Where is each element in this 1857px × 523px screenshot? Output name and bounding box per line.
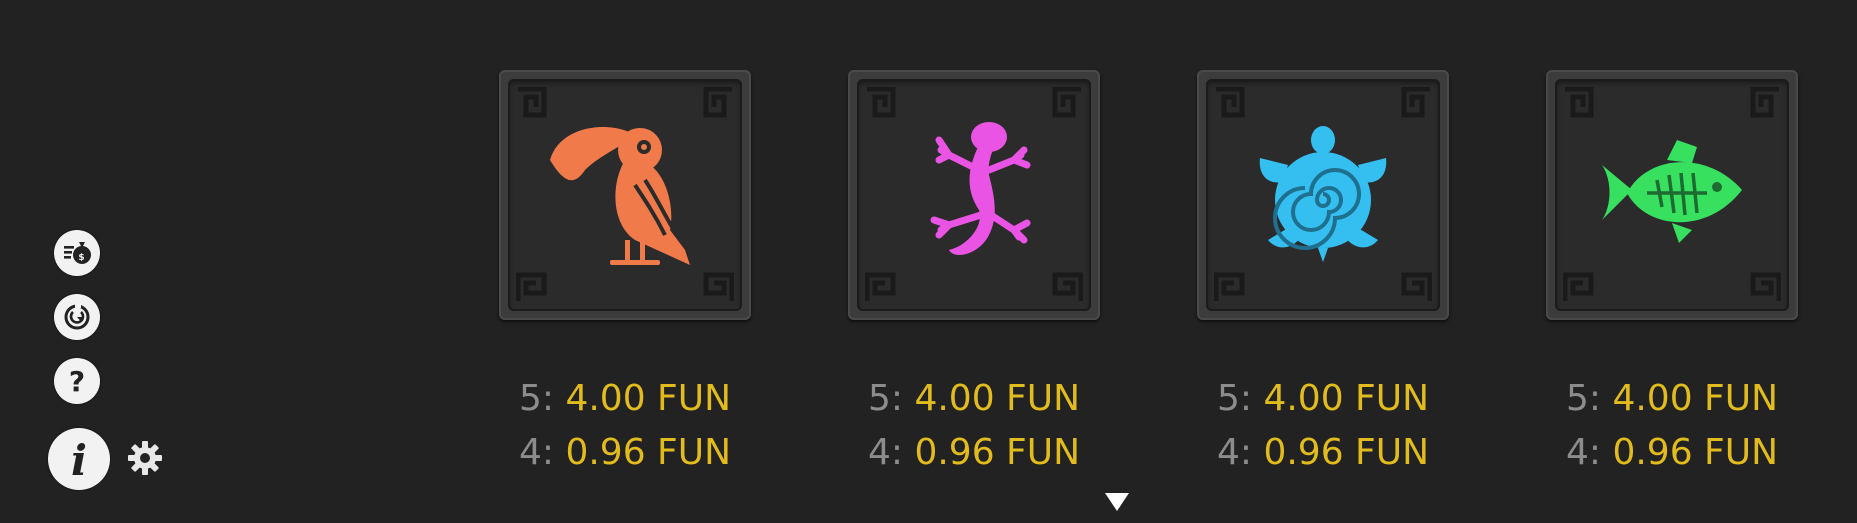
corner-ornament-icon bbox=[1049, 87, 1083, 121]
svg-text:?: ? bbox=[69, 365, 85, 398]
symbol-tile-fish bbox=[1546, 70, 1798, 320]
match-count: 5: bbox=[518, 378, 554, 419]
symbol-tile-gecko bbox=[848, 70, 1100, 320]
payout-list-turtle: 5: 4.00 FUN 4: 0.96 FUN bbox=[1197, 372, 1449, 480]
info-button[interactable]: i bbox=[48, 428, 110, 490]
bet-history-icon: $ bbox=[60, 236, 94, 270]
payout-list-gecko: 5: 4.00 FUN 4: 0.96 FUN bbox=[848, 372, 1100, 480]
scroll-down-arrow-icon[interactable] bbox=[1104, 492, 1130, 512]
help-button[interactable]: ? bbox=[54, 358, 100, 404]
match-count: 4: bbox=[1565, 432, 1601, 473]
bet-history-button[interactable]: $ bbox=[54, 230, 100, 276]
payout-list-fish: 5: 4.00 FUN 4: 0.96 FUN bbox=[1546, 372, 1798, 480]
turtle-icon bbox=[1248, 120, 1398, 270]
svg-text:$: $ bbox=[78, 253, 84, 263]
corner-ornament-icon bbox=[865, 87, 899, 121]
info-icon: i bbox=[57, 437, 101, 481]
payout-line: 5: 4.00 FUN bbox=[1546, 372, 1798, 426]
payout-line: 5: 4.00 FUN bbox=[1197, 372, 1449, 426]
corner-ornament-icon bbox=[1398, 87, 1432, 121]
payout-line: 4: 0.96 FUN bbox=[1197, 426, 1449, 480]
corner-ornament-icon bbox=[1563, 87, 1597, 121]
fish-icon bbox=[1597, 135, 1747, 255]
corner-ornament-icon bbox=[1049, 269, 1083, 303]
payout-line: 5: 4.00 FUN bbox=[499, 372, 751, 426]
match-count: 5: bbox=[1216, 378, 1252, 419]
toucan-icon bbox=[540, 115, 710, 275]
payout-line: 5: 4.00 FUN bbox=[848, 372, 1100, 426]
payout-list-toucan: 5: 4.00 FUN 4: 0.96 FUN bbox=[499, 372, 751, 480]
corner-ornament-icon bbox=[1747, 269, 1781, 303]
match-count: 4: bbox=[1216, 432, 1252, 473]
corner-ornament-icon bbox=[1214, 269, 1248, 303]
symbol-tile-toucan bbox=[499, 70, 751, 320]
match-count: 4: bbox=[518, 432, 554, 473]
gecko-icon bbox=[909, 115, 1039, 275]
payout-line: 4: 0.96 FUN bbox=[499, 426, 751, 480]
help-icon: ? bbox=[60, 364, 94, 398]
payout-amount: 0.96 FUN bbox=[1612, 432, 1779, 473]
payout-amount: 0.96 FUN bbox=[1263, 432, 1430, 473]
settings-button[interactable] bbox=[124, 439, 166, 481]
symbol-tile-turtle bbox=[1197, 70, 1449, 320]
corner-ornament-icon bbox=[1214, 87, 1248, 121]
svg-text:i: i bbox=[71, 437, 87, 481]
payout-amount: 4.00 FUN bbox=[565, 378, 732, 419]
payout-amount: 0.96 FUN bbox=[565, 432, 732, 473]
match-count: 4: bbox=[867, 432, 903, 473]
corner-ornament-icon bbox=[1398, 269, 1432, 303]
payout-amount: 4.00 FUN bbox=[1612, 378, 1779, 419]
payout-line: 4: 0.96 FUN bbox=[1546, 426, 1798, 480]
gear-icon bbox=[125, 438, 165, 482]
payout-amount: 4.00 FUN bbox=[1263, 378, 1430, 419]
payout-amount: 4.00 FUN bbox=[914, 378, 1081, 419]
autoplay-icon bbox=[60, 300, 94, 334]
match-count: 5: bbox=[1565, 378, 1601, 419]
corner-ornament-icon bbox=[1747, 87, 1781, 121]
match-count: 5: bbox=[867, 378, 903, 419]
payout-line: 4: 0.96 FUN bbox=[848, 426, 1100, 480]
autoplay-button[interactable] bbox=[54, 294, 100, 340]
corner-ornament-icon bbox=[1563, 269, 1597, 303]
corner-ornament-icon bbox=[865, 269, 899, 303]
payout-amount: 0.96 FUN bbox=[914, 432, 1081, 473]
